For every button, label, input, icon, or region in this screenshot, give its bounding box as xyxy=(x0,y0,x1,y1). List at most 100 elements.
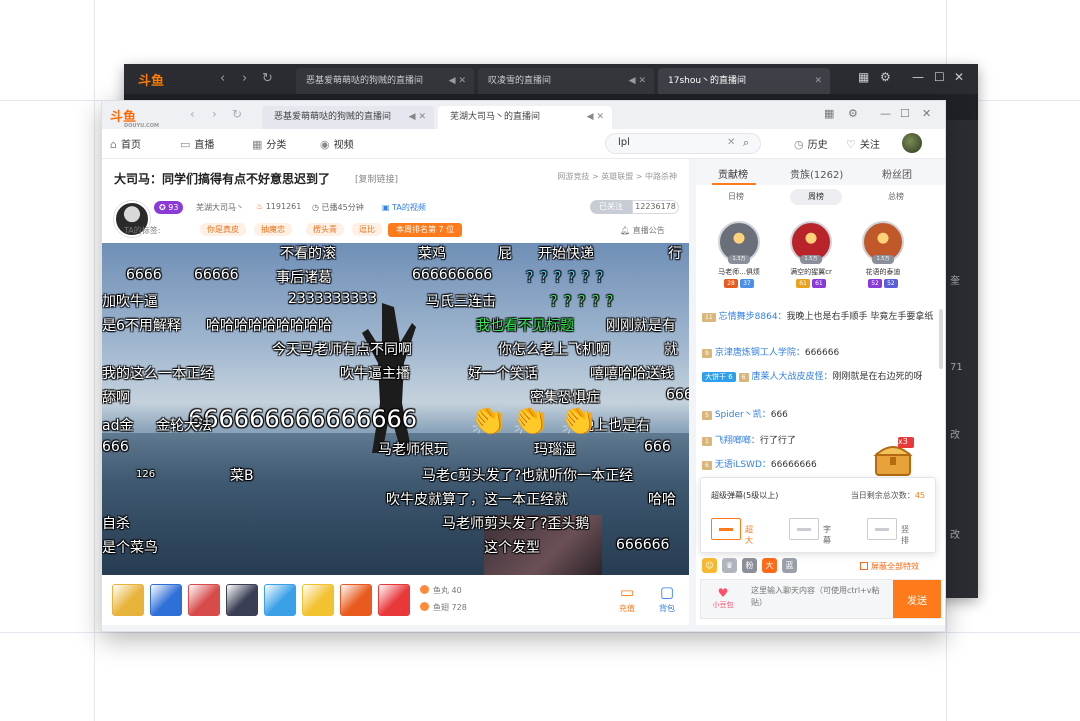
gift-item-icon[interactable] xyxy=(378,584,410,616)
tab-weekly[interactable]: 周榜 xyxy=(790,189,842,205)
chat-username[interactable]: Spider丶凯： xyxy=(715,410,771,420)
gift-item-icon[interactable] xyxy=(264,584,296,616)
douyu-logo[interactable]: 斗鱼 DOUYU.COM xyxy=(110,106,159,129)
tab-fan-club[interactable]: 粉丝团 xyxy=(882,166,912,181)
close-icon[interactable]: ✕ xyxy=(922,107,931,120)
tab-daily[interactable]: 日榜 xyxy=(710,189,762,205)
streamer-tag[interactable]: 你是真皮 xyxy=(200,223,246,236)
chat-input-area: ♥小豆包 发送 xyxy=(700,579,941,619)
level-badge: 37 xyxy=(740,279,754,288)
gear-icon[interactable]: ⚙ xyxy=(848,107,858,120)
danmu-message: 666666 xyxy=(616,537,670,553)
blue-danmu-icon[interactable]: 蓝 xyxy=(782,558,797,573)
weekly-rank-badge[interactable]: 本周排名第 7 位 xyxy=(388,223,463,237)
back-arrow-icon[interactable]: ‹ xyxy=(220,71,225,86)
send-button[interactable]: 发送 xyxy=(893,580,941,618)
recharge-button[interactable]: ▭ 充值 xyxy=(612,583,642,614)
calendar-icon[interactable]: ▦ xyxy=(824,107,834,120)
emoji-icon[interactable]: ☺ xyxy=(702,558,717,573)
maximize-icon[interactable]: ☐ xyxy=(900,107,910,120)
tag-label: TA的标签: xyxy=(124,226,161,235)
tab-nobles[interactable]: 贵族(1262) xyxy=(790,166,843,181)
forward-arrow-icon[interactable]: › xyxy=(212,107,217,121)
follow-button[interactable]: 已关注 xyxy=(590,200,632,214)
nav-live[interactable]: ▭ 直播 xyxy=(180,136,214,151)
big-danmu-icon[interactable]: 大 xyxy=(762,558,777,573)
tab-close-icon[interactable]: ✕ xyxy=(814,68,822,94)
minimize-icon[interactable]: — xyxy=(912,70,924,84)
maximize-icon[interactable]: ☐ xyxy=(934,70,945,84)
minimize-icon[interactable]: — xyxy=(880,107,891,120)
danmu-message: 66666 xyxy=(194,267,239,283)
streamer-name[interactable]: 芜湖大司马丶 xyxy=(196,202,244,213)
refresh-icon[interactable]: ↻ xyxy=(232,107,242,121)
gift-item-icon[interactable] xyxy=(226,584,258,616)
back-tab-label: 叹凌雪的直播间 xyxy=(488,76,552,86)
forward-arrow-icon[interactable]: › xyxy=(242,71,247,86)
search-icon[interactable]: ⌕ xyxy=(743,136,749,150)
top-contributor[interactable]: 1.5万 花语的泰迪 52 52 xyxy=(854,221,912,288)
top-contributor[interactable]: 1.5万 满空的猩翼cr 61 61 xyxy=(782,221,840,288)
small-bag-button[interactable]: ♥ 小豆包 xyxy=(707,586,739,614)
search-input[interactable] xyxy=(618,137,718,148)
breadcrumb[interactable]: 网游竞技 > 英雄联盟 > 中路杀神 xyxy=(557,171,677,182)
gift-item-icon[interactable] xyxy=(188,584,220,616)
back-tab-label: 恶基爱萌萌哒的狗贼的直播间 xyxy=(306,76,424,86)
tab-close-icon[interactable]: ◀ ✕ xyxy=(449,68,466,94)
chat-username[interactable]: 唐莱人大战皮皮怪： xyxy=(752,372,833,382)
streamer-video-link[interactable]: ▣ TA的视频 xyxy=(382,202,426,213)
streamer-tag[interactable]: 逗比 xyxy=(352,223,382,236)
chat-username[interactable]: 飞翔啷啷： xyxy=(715,436,760,446)
tab-close-icon[interactable]: ◀ ✕ xyxy=(587,106,604,128)
refresh-icon[interactable]: ↻ xyxy=(262,71,273,86)
nav-follow[interactable]: ♡ 关注 xyxy=(846,136,880,151)
back-arrow-icon[interactable]: ‹ xyxy=(190,107,195,121)
danmu-message: 666666666 xyxy=(412,267,493,283)
chat-username[interactable]: 忘情舞步8864： xyxy=(719,312,787,322)
back-tab-1[interactable]: 恶基爱萌萌哒的狗贼的直播间 ◀ ✕ xyxy=(296,68,474,94)
foreground-browser-window: 斗鱼 DOUYU.COM ‹ › ↻ 恶基爱萌萌哒的狗贼的直播间 ◀ ✕ 芜湖大司马… xyxy=(101,100,946,632)
chat-scrollbar[interactable] xyxy=(939,309,943,369)
nav-video[interactable]: ◉ 视频 xyxy=(320,136,354,151)
streamer-tag[interactable]: 抽魔恋 xyxy=(254,223,292,236)
gift-item-icon[interactable] xyxy=(112,584,144,616)
block-effects-toggle[interactable]: 屏蔽全部特效 xyxy=(860,561,919,572)
chat-username[interactable]: 无语iLSWD： xyxy=(715,460,771,470)
chat-input[interactable] xyxy=(751,585,881,615)
copy-link-button[interactable]: [复制链接] xyxy=(355,172,398,185)
video-player[interactable]: 不看的滚 菜鸡屁开始快递行 6666 66666 事后诸葛 666666666？？？？？？… xyxy=(102,243,689,575)
fish-wing-value: 鱼翅 728 xyxy=(433,603,467,612)
nav-category-label: 分类 xyxy=(266,140,287,151)
user-avatar[interactable] xyxy=(902,133,922,153)
announcement-button[interactable]: 🔔︎ 直播公告 xyxy=(620,225,665,236)
gift-item-icon[interactable] xyxy=(340,584,372,616)
fan-badge-icon[interactable]: 粉 xyxy=(742,558,757,573)
gear-icon[interactable]: ⚙ xyxy=(880,70,891,84)
noble-icon[interactable]: ♛ xyxy=(722,558,737,573)
tab-close-icon[interactable]: ◀ ✕ xyxy=(629,68,646,94)
tab-2-active[interactable]: 芜湖大司马丶的直播间 ◀ ✕ xyxy=(438,106,612,129)
streamer-tag[interactable]: 楞头青 xyxy=(306,223,344,236)
nav-home[interactable]: ⌂ 首页 xyxy=(110,136,141,151)
tab-contribution[interactable]: 贡献榜 xyxy=(718,166,748,181)
gift-item-icon[interactable] xyxy=(302,584,334,616)
close-icon[interactable]: ✕ xyxy=(954,70,964,84)
tab-total[interactable]: 总榜 xyxy=(870,189,922,205)
tab-close-icon[interactable]: ◀ ✕ xyxy=(409,106,426,128)
clock-icon: ◷ xyxy=(794,138,804,151)
chat-username[interactable]: 京津唐炼钢工人学院： xyxy=(715,348,805,358)
contributor-score: 1.5万 xyxy=(800,255,822,264)
treasure-chest-icon[interactable] xyxy=(870,435,916,481)
gift-item-icon[interactable] xyxy=(150,584,182,616)
back-tab-2[interactable]: 叹凌雪的直播间 ◀ ✕ xyxy=(478,68,654,94)
gift-bar: 鱼丸 40 鱼翅 728 ▭ 充值 ▢ 背包 xyxy=(102,575,689,625)
nav-history[interactable]: ◷ 历史 xyxy=(794,136,828,151)
clear-icon[interactable]: ✕ xyxy=(727,137,735,148)
top-contributor[interactable]: 1.3万 马老师...俱烦 28 37 xyxy=(710,221,768,288)
tab-1[interactable]: 恶基爱萌萌哒的狗贼的直播间 ◀ ✕ xyxy=(262,106,434,129)
calendar-icon[interactable]: ▦ xyxy=(858,70,869,84)
nav-category[interactable]: ▦ 分类 xyxy=(252,136,286,151)
back-tab-3[interactable]: 17shou丶的直播间 ✕ xyxy=(658,68,830,94)
chat-message: 5 Spider丶凯：666 xyxy=(702,409,934,422)
backpack-button[interactable]: ▢ 背包 xyxy=(652,583,682,614)
